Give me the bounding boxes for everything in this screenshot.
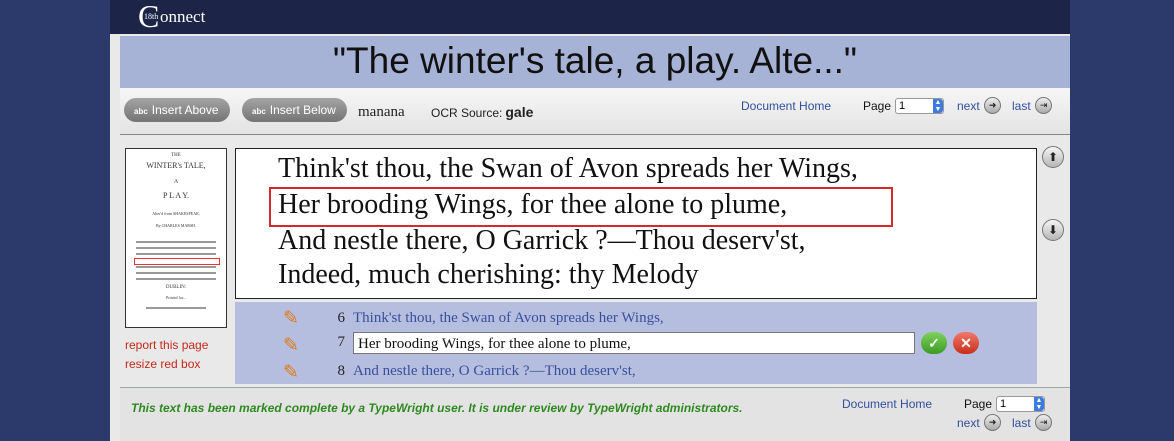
username: manana bbox=[358, 104, 405, 120]
insert-below-label: Insert Below bbox=[269, 103, 336, 117]
report-page-link[interactable]: report this page bbox=[125, 338, 208, 352]
thumb-line: DUBLIN: bbox=[165, 285, 187, 290]
thumb-text-line bbox=[136, 278, 216, 280]
scan-image: Think'st thou, the Swan of Avon spreads … bbox=[235, 148, 1037, 299]
title-band: "The winter's tale, a play. Alte..." bbox=[120, 36, 1070, 88]
line-edit-input[interactable]: Her brooding Wings, for thee alone to pl… bbox=[353, 332, 915, 354]
app-frame: C 18th onnect "The winter's tale, a play… bbox=[110, 0, 1070, 441]
cancel-x-icon[interactable]: ✕ bbox=[953, 332, 979, 354]
thumb-text-line bbox=[136, 253, 216, 255]
text-insert-icon: abc bbox=[134, 107, 148, 116]
toolbar: abc Insert Above abc Insert Below manana O… bbox=[120, 88, 1070, 135]
scan-line: Indeed, much cherishing: thy Melody bbox=[278, 259, 699, 290]
thumb-text-line bbox=[146, 307, 206, 309]
line-number: 7 bbox=[337, 334, 346, 350]
logo-text: onnect bbox=[160, 7, 206, 26]
thumb-line: Alter'd from SHAKESPEAR, bbox=[152, 211, 200, 216]
page-label: Page bbox=[863, 99, 892, 113]
line-number: 8 bbox=[337, 363, 346, 379]
thumb-line: P L A Y. bbox=[162, 191, 190, 200]
thumb-red-box bbox=[134, 258, 220, 265]
footer-next-link[interactable]: next bbox=[957, 416, 980, 430]
next-arrow-icon[interactable]: ➜ bbox=[984, 414, 1002, 432]
thumb-line: A bbox=[173, 179, 179, 185]
ocr-source-value: gale bbox=[505, 104, 534, 120]
insert-above-button[interactable]: abc Insert Above bbox=[124, 98, 230, 122]
last-arrow-icon[interactable]: ⇥ bbox=[1035, 97, 1053, 115]
scan-line: Think'st thou, the Swan of Avon spreads … bbox=[278, 153, 858, 184]
page-select[interactable]: 1 ▲ ▼ bbox=[895, 98, 944, 114]
last-link[interactable]: last bbox=[1012, 99, 1031, 113]
insert-above-label: Insert Above bbox=[151, 103, 219, 117]
ocr-source: OCR Source: gale bbox=[431, 104, 533, 120]
select-arrows-icon: ▲ ▼ bbox=[933, 99, 943, 113]
line-number: 6 bbox=[337, 310, 346, 326]
thumb-text-line bbox=[136, 272, 216, 274]
line-text[interactable]: Think'st thou, the Swan of Avon spreads … bbox=[353, 310, 664, 327]
thumb-text-line bbox=[136, 266, 216, 268]
resize-red-box-link[interactable]: resize red box bbox=[125, 357, 200, 371]
thumb-text-line bbox=[136, 241, 216, 243]
footer-last-page[interactable]: last ⇥ bbox=[1012, 414, 1053, 432]
pencil-icon[interactable]: ✎ bbox=[283, 307, 299, 330]
confirm-check-icon[interactable]: ✓ bbox=[921, 332, 947, 354]
footer-page-select[interactable]: 1 ▲ ▼ bbox=[996, 396, 1045, 412]
next-link[interactable]: next bbox=[957, 99, 980, 113]
next-arrow-icon[interactable]: ➜ bbox=[984, 97, 1002, 115]
page-select-value: 1 bbox=[899, 100, 906, 112]
document-title: "The winter's tale, a play. Alte..." bbox=[332, 40, 858, 81]
footer-document-home-link[interactable]: Document Home bbox=[842, 397, 932, 411]
edit-panel: ✎ 6 Think'st thou, the Swan of Avon spre… bbox=[235, 302, 1037, 384]
footer-page-label: Page bbox=[964, 397, 993, 411]
document-home-link[interactable]: Document Home bbox=[741, 99, 831, 113]
select-arrows-icon: ▲ ▼ bbox=[1034, 397, 1044, 411]
footer-next-page[interactable]: next ➜ bbox=[957, 414, 1002, 432]
pencil-icon[interactable]: ✎ bbox=[283, 334, 299, 357]
pencil-icon[interactable]: ✎ bbox=[283, 361, 299, 384]
thumb-line: Printed for... bbox=[166, 295, 186, 300]
footer-bar: This text has been marked complete by a … bbox=[120, 388, 1070, 441]
ocr-source-label: OCR Source: bbox=[431, 106, 503, 120]
last-arrow-icon[interactable]: ⇥ bbox=[1035, 414, 1053, 432]
last-page[interactable]: last ⇥ bbox=[1012, 97, 1053, 115]
red-highlight-box[interactable] bbox=[269, 187, 893, 227]
top-bar: C 18th onnect bbox=[110, 0, 1070, 34]
scroll-down-icon[interactable]: ⬇ bbox=[1042, 219, 1064, 241]
logo-number: 18th bbox=[144, 12, 159, 21]
footer-last-link[interactable]: last bbox=[1012, 416, 1031, 430]
thumb-line: WINTER's TALE, bbox=[146, 161, 206, 170]
page-thumbnail[interactable]: THE WINTER's TALE, A P L A Y. Alter'd fr… bbox=[125, 148, 227, 328]
text-insert-icon: abc bbox=[252, 107, 266, 116]
scan-line: And nestle there, O Garrick ?—Thou deser… bbox=[278, 225, 806, 256]
footer-page-select-value: 1 bbox=[1000, 398, 1007, 410]
thumb-text-line bbox=[136, 247, 216, 249]
thumb-line: THE bbox=[171, 153, 181, 158]
next-page[interactable]: next ➜ bbox=[957, 97, 1002, 115]
line-text[interactable]: And nestle there, O Garrick ?—Thou deser… bbox=[353, 363, 636, 380]
completion-message: This text has been marked complete by a … bbox=[131, 401, 743, 415]
thumb-line: By CHARLES MARSH. bbox=[155, 223, 197, 228]
insert-below-button[interactable]: abc Insert Below bbox=[242, 98, 347, 122]
scroll-up-icon[interactable]: ⬆ bbox=[1042, 146, 1064, 168]
